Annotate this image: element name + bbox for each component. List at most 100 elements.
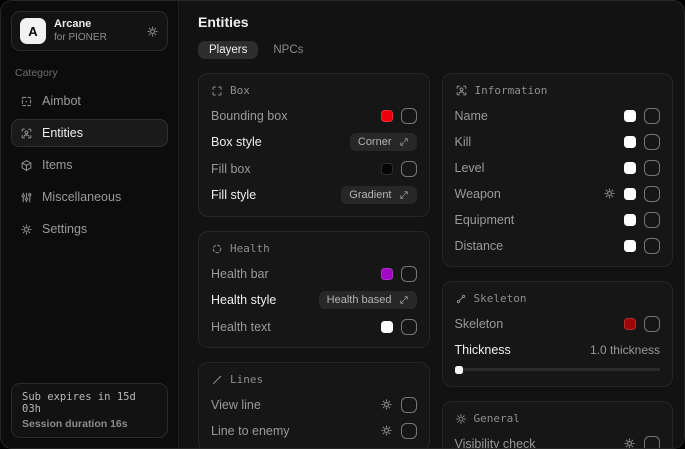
- panel-header: Box: [211, 84, 417, 97]
- checkbox[interactable]: [644, 238, 660, 254]
- row-bounding-box: Bounding box: [211, 107, 417, 124]
- row-label: Box style: [211, 135, 262, 149]
- color-swatch[interactable]: [381, 268, 393, 280]
- expand-icon: [399, 295, 409, 305]
- color-swatch[interactable]: [624, 214, 636, 226]
- color-swatch[interactable]: [624, 136, 636, 148]
- panel-general: GeneralVisibility checkMax distance500m: [442, 401, 674, 448]
- row-level: Level: [455, 159, 661, 176]
- sidebar-item-label: Settings: [42, 222, 87, 236]
- panel-header: Health: [211, 242, 417, 255]
- row-label: Fill style: [211, 188, 256, 202]
- row-label: Health style: [211, 293, 276, 307]
- row-controls: [380, 423, 417, 439]
- row-controls: Gradient: [341, 186, 416, 204]
- brand-card: A Arcane for PIONER: [11, 11, 168, 51]
- tab-players[interactable]: Players: [198, 41, 258, 59]
- row-label: Health text: [211, 320, 271, 334]
- row-value: 1.0 thickness: [590, 343, 660, 357]
- row-controls: [381, 319, 417, 335]
- row-health-bar: Health bar: [211, 265, 417, 282]
- sidebar-item-aimbot[interactable]: Aimbot: [11, 87, 168, 115]
- panel-title: General: [474, 412, 520, 425]
- row-controls: [624, 108, 660, 124]
- color-swatch[interactable]: [381, 110, 393, 122]
- color-swatch[interactable]: [624, 240, 636, 252]
- gear-icon[interactable]: [146, 25, 159, 38]
- checkbox[interactable]: [401, 161, 417, 177]
- panel-title: Information: [475, 84, 548, 97]
- row-view-line: View line: [211, 396, 417, 413]
- sub-expires-text: Sub expires in 15d 03h: [22, 391, 157, 415]
- tab-npcs[interactable]: NPCs: [262, 41, 314, 59]
- color-swatch[interactable]: [624, 188, 636, 200]
- panel-title: Health: [230, 242, 270, 255]
- row-distance: Distance: [455, 237, 661, 254]
- row-controls: [381, 161, 417, 177]
- slider-handle[interactable]: [455, 366, 463, 374]
- checkbox[interactable]: [644, 134, 660, 150]
- color-swatch[interactable]: [381, 163, 393, 175]
- dropdown-box-style[interactable]: Corner: [350, 133, 417, 151]
- dropdown-health-style[interactable]: Health based: [319, 291, 417, 309]
- checkbox[interactable]: [401, 108, 417, 124]
- row-controls: [603, 186, 660, 202]
- sidebar-item-items[interactable]: Items: [11, 151, 168, 179]
- sidebar-item-miscellaneous[interactable]: Miscellaneous: [11, 183, 168, 211]
- gear-icon[interactable]: [603, 187, 616, 200]
- gear-icon[interactable]: [380, 398, 393, 411]
- row-label: Bounding box: [211, 109, 287, 123]
- diagonal-line-icon: [211, 374, 223, 386]
- panel-title: Skeleton: [474, 292, 527, 305]
- brand-text: Arcane for PIONER: [54, 18, 138, 44]
- sidebar-item-label: Entities: [42, 126, 83, 140]
- row-label: Level: [455, 161, 485, 175]
- gear-icon: [20, 223, 33, 236]
- row-controls: [623, 436, 660, 449]
- gear-icon[interactable]: [380, 424, 393, 437]
- color-swatch[interactable]: [624, 162, 636, 174]
- dropdown-value: Health based: [327, 294, 392, 306]
- checkbox[interactable]: [401, 319, 417, 335]
- sidebar-item-label: Miscellaneous: [42, 190, 121, 204]
- color-swatch[interactable]: [624, 318, 636, 330]
- dropdown-fill-style[interactable]: Gradient: [341, 186, 416, 204]
- gear-icon[interactable]: [623, 437, 636, 448]
- box-corners-icon: [211, 85, 223, 97]
- checkbox[interactable]: [644, 160, 660, 176]
- panel-lines: LinesView lineLine to enemy: [198, 362, 430, 448]
- checkbox[interactable]: [401, 266, 417, 282]
- checkbox[interactable]: [644, 212, 660, 228]
- expand-icon: [399, 190, 409, 200]
- tab-bar: PlayersNPCs: [198, 41, 673, 59]
- panel-box: Box Bounding box Box style Corner Fill box Fi…: [198, 73, 430, 217]
- row-weapon: Weapon: [455, 185, 661, 202]
- row-label: Fill box: [211, 162, 251, 176]
- sidebar-item-entities[interactable]: Entities: [11, 119, 168, 147]
- checkbox[interactable]: [644, 186, 660, 202]
- row-controls: [624, 134, 660, 150]
- app-window: A Arcane for PIONER Category AimbotEntit…: [0, 0, 685, 449]
- slider[interactable]: [455, 365, 661, 374]
- color-swatch[interactable]: [381, 321, 393, 333]
- row-controls: [381, 266, 417, 282]
- checkbox[interactable]: [644, 108, 660, 124]
- checkbox[interactable]: [644, 436, 660, 449]
- color-swatch[interactable]: [624, 110, 636, 122]
- panel-skeleton: SkeletonSkeletonThickness1.0 thickness: [442, 281, 674, 387]
- sidebar-item-label: Items: [42, 158, 73, 172]
- row-label: Thickness: [455, 343, 511, 357]
- row-health-style: Health style Health based: [211, 291, 417, 309]
- dropdown-value: Corner: [358, 136, 392, 148]
- checkbox[interactable]: [401, 397, 417, 413]
- row-label: Line to enemy: [211, 424, 290, 438]
- row-fill-style: Fill style Gradient: [211, 186, 417, 204]
- checkbox[interactable]: [644, 316, 660, 332]
- row-health-text: Health text: [211, 318, 417, 335]
- crosshair-icon: [20, 95, 33, 108]
- checkbox[interactable]: [401, 423, 417, 439]
- health-circle-icon: [211, 243, 223, 255]
- sidebar-item-settings[interactable]: Settings: [11, 215, 168, 243]
- row-label: Weapon: [455, 187, 501, 201]
- row-controls: [381, 108, 417, 124]
